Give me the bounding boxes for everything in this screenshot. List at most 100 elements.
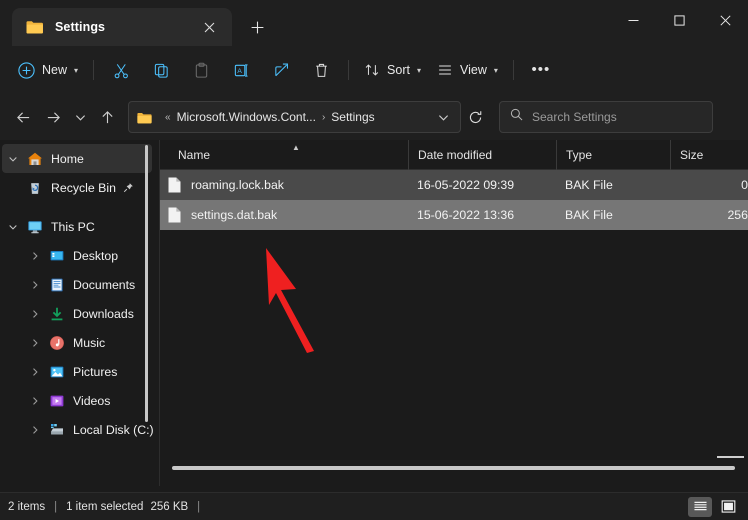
address-bar[interactable]: « Microsoft.Windows.Cont... › Settings xyxy=(128,101,461,133)
file-list-pane: Name ▲ Date modified Type Size xyxy=(160,140,748,486)
more-options-button[interactable]: ••• xyxy=(521,54,561,86)
pin-icon[interactable] xyxy=(123,182,134,193)
this-pc-icon xyxy=(24,219,46,235)
command-bar: New ▾ A xyxy=(0,46,748,94)
chevron-down-icon[interactable] xyxy=(2,154,24,164)
sidebar-item-label: Documents xyxy=(73,278,135,292)
toolbar-divider xyxy=(93,60,94,80)
chevron-right-icon[interactable] xyxy=(24,338,46,348)
sidebar-scrollbar[interactable] xyxy=(145,145,148,422)
column-header-size[interactable]: Size xyxy=(670,140,748,170)
copy-icon[interactable] xyxy=(141,54,181,86)
minimize-icon[interactable] xyxy=(610,0,656,40)
chevron-down-icon: ▾ xyxy=(74,66,78,75)
chevron-right-icon[interactable] xyxy=(24,367,46,377)
tab-title: Settings xyxy=(55,20,196,34)
videos-icon xyxy=(46,393,68,409)
share-icon[interactable] xyxy=(261,54,301,86)
sidebar-item-downloads[interactable]: Downloads xyxy=(2,299,152,328)
selection-count: 1 item selected xyxy=(66,501,143,513)
sidebar-item-desktop[interactable]: Desktop xyxy=(2,241,152,270)
file-explorer-window: Settings New ▾ xyxy=(0,0,748,520)
new-tab-button[interactable] xyxy=(240,10,274,44)
sort-button[interactable]: Sort ▾ xyxy=(356,54,429,86)
chevron-right-icon[interactable] xyxy=(24,396,46,406)
ellipsis-icon: ••• xyxy=(531,65,550,75)
horizontal-scrollbar[interactable] xyxy=(172,466,735,470)
breadcrumb-parent[interactable]: Microsoft.Windows.Cont... xyxy=(177,110,316,124)
new-button[interactable]: New ▾ xyxy=(10,54,86,86)
breadcrumb-current[interactable]: Settings xyxy=(331,110,374,124)
search-input[interactable]: Search Settings xyxy=(499,101,713,133)
sidebar-item-home[interactable]: Home xyxy=(2,144,152,173)
back-arrow-icon[interactable] xyxy=(8,102,38,132)
file-name-cell: settings.dat.bak xyxy=(160,200,408,230)
up-arrow-icon[interactable] xyxy=(92,102,122,132)
sort-button-label: Sort xyxy=(387,63,410,77)
sidebar-item-label: Home xyxy=(51,152,84,166)
column-headers: Name ▲ Date modified Type Size xyxy=(160,140,748,170)
music-icon xyxy=(46,335,68,351)
delete-icon[interactable] xyxy=(301,54,341,86)
chevron-right-icon[interactable] xyxy=(24,309,46,319)
navigation-pane: Home Recycle Bin xyxy=(0,140,160,486)
maximize-icon[interactable] xyxy=(656,0,702,40)
paste-icon xyxy=(181,54,221,86)
rename-icon[interactable]: A xyxy=(221,54,261,86)
column-header-name[interactable]: Name ▲ xyxy=(160,140,408,170)
recent-locations-icon[interactable] xyxy=(68,102,92,132)
chevron-down-icon[interactable] xyxy=(2,222,24,232)
view-button[interactable]: View ▾ xyxy=(429,54,506,86)
breadcrumb-separator: › xyxy=(322,112,325,123)
file-name: roaming.lock.bak xyxy=(191,178,284,192)
sidebar-item-this-pc[interactable]: This PC xyxy=(2,212,152,241)
large-icons-view-button[interactable] xyxy=(716,497,740,517)
folder-icon xyxy=(137,111,152,123)
sidebar-item-pictures[interactable]: Pictures xyxy=(2,357,152,386)
sidebar-item-documents[interactable]: Documents xyxy=(2,270,152,299)
file-size-cell: 256 xyxy=(670,200,748,230)
chevron-down-icon: ▾ xyxy=(494,66,498,75)
cut-icon[interactable] xyxy=(101,54,141,86)
file-type-cell: BAK File xyxy=(556,200,670,230)
chevron-right-icon[interactable] xyxy=(24,425,46,435)
forward-arrow-icon[interactable] xyxy=(38,102,68,132)
column-header-date-modified[interactable]: Date modified xyxy=(408,140,556,170)
refresh-icon[interactable] xyxy=(461,103,489,131)
recycle-bin-icon xyxy=(24,180,46,196)
sidebar-item-label: Music xyxy=(73,336,105,350)
table-row[interactable]: settings.dat.bak 15-06-2022 13:36 BAK Fi… xyxy=(160,200,748,230)
sidebar-item-music[interactable]: Music xyxy=(2,328,152,357)
table-row[interactable]: roaming.lock.bak 16-05-2022 09:39 BAK Fi… xyxy=(160,170,748,200)
sidebar-item-label: Videos xyxy=(73,394,110,408)
tab-settings[interactable]: Settings xyxy=(12,8,232,46)
vertical-scrollbar[interactable] xyxy=(717,456,744,458)
close-icon[interactable] xyxy=(196,14,222,40)
new-button-label: New xyxy=(42,63,67,77)
sidebar-item-label: This PC xyxy=(51,220,95,234)
column-header-label: Name xyxy=(178,148,210,162)
desktop-icon xyxy=(46,248,68,264)
navigation-bar: « Microsoft.Windows.Cont... › Settings S… xyxy=(0,94,748,140)
downloads-icon xyxy=(46,306,68,322)
status-separator-2: | xyxy=(197,501,200,513)
sidebar-item-local-disk-c[interactable]: Local Disk (C:) xyxy=(2,415,152,444)
chevron-right-icon[interactable] xyxy=(24,280,46,290)
sidebar-item-videos[interactable]: Videos xyxy=(2,386,152,415)
column-header-label: Date modified xyxy=(418,148,492,162)
sidebar-item-label: Recycle Bin xyxy=(51,181,116,195)
file-size-cell: 0 xyxy=(670,170,748,200)
window-close-icon[interactable] xyxy=(702,0,748,40)
file-date-cell: 16-05-2022 09:39 xyxy=(408,170,556,200)
chevron-down-icon[interactable] xyxy=(430,103,456,131)
item-count: 2 items xyxy=(8,501,45,513)
folder-icon xyxy=(26,20,43,34)
status-bar: 2 items | 1 item selected 256 KB | xyxy=(0,492,748,520)
column-header-type[interactable]: Type xyxy=(556,140,670,170)
sidebar-item-recycle-bin[interactable]: Recycle Bin xyxy=(2,173,152,202)
chevron-right-icon[interactable] xyxy=(24,251,46,261)
details-view-button[interactable] xyxy=(688,497,712,517)
svg-text:A: A xyxy=(237,67,242,74)
file-icon xyxy=(168,177,181,193)
breadcrumb-overflow[interactable]: « xyxy=(165,112,171,123)
